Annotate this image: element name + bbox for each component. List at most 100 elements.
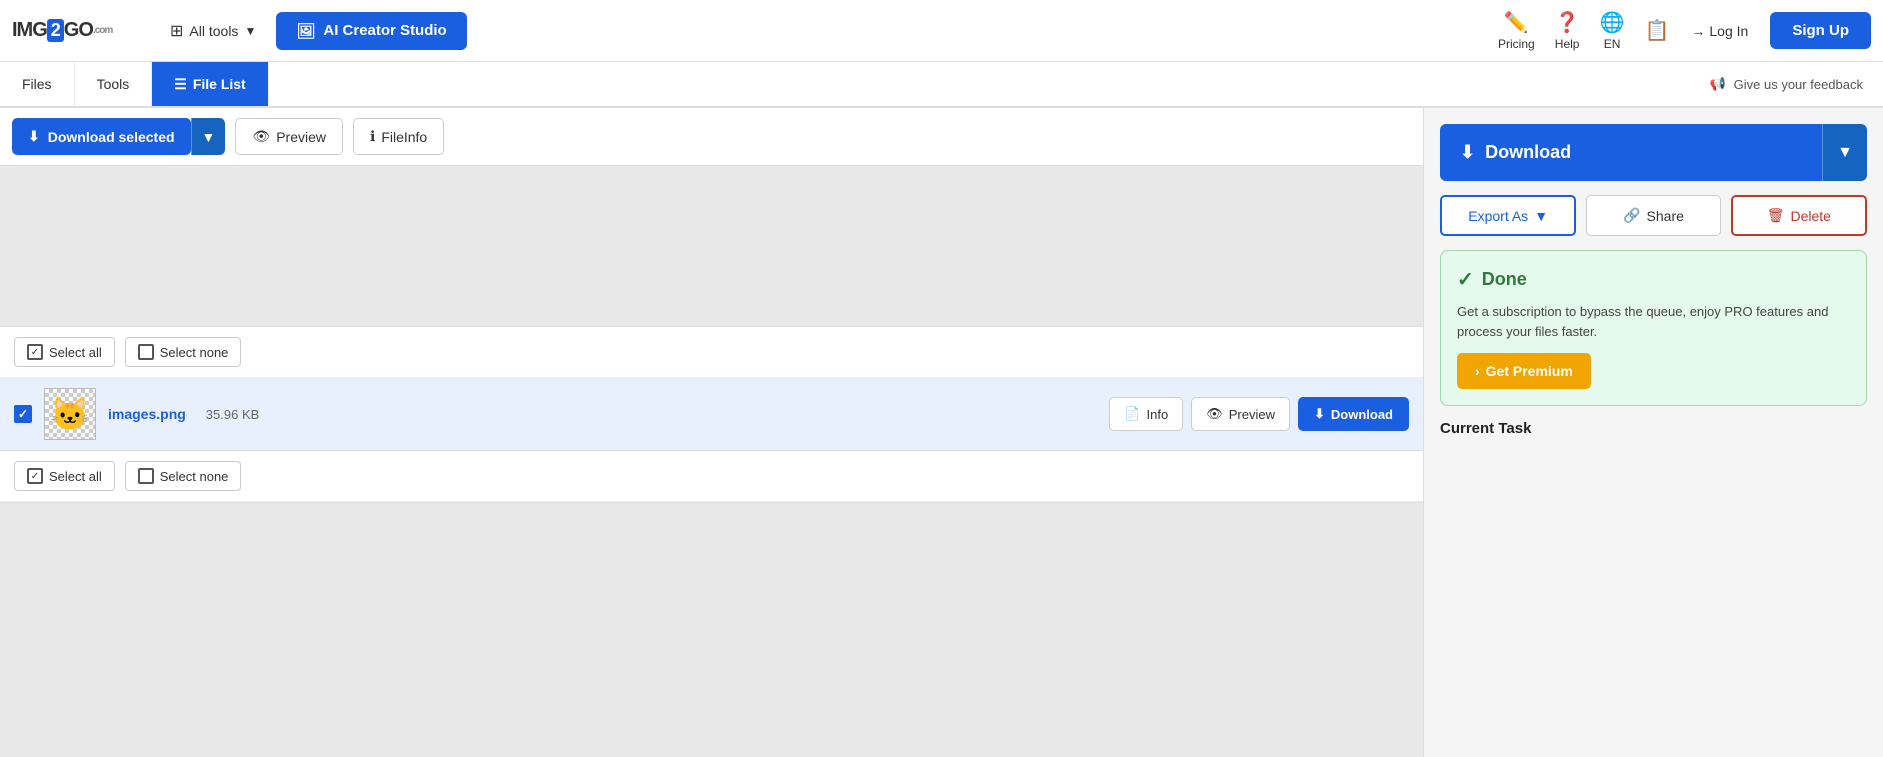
all-tools-label: All tools [189, 23, 238, 39]
file-preview-label: Preview [1229, 407, 1275, 422]
feedback-icon: 📢 [1709, 76, 1725, 92]
logo: IMG2GO.com [12, 19, 142, 42]
download-main-label: Download [1485, 142, 1571, 163]
get-premium-label: Get Premium [1486, 363, 1573, 379]
grid-icon: ⊞ [170, 21, 183, 41]
share-icon: 🔗 [1623, 207, 1640, 224]
file-toolbar: ⬇ Download selected ▼ 👁 Preview ℹ FileIn… [0, 108, 1423, 166]
file-download-button[interactable]: ⬇ Download [1298, 397, 1409, 431]
file-thumbnail: 🐱 [44, 388, 96, 440]
download-icon: ⬇ [1314, 406, 1325, 422]
ai-creator-studio-button[interactable]: 🖼 AI Creator Studio [276, 12, 466, 50]
pricing-icon: ✏️ [1504, 10, 1529, 35]
info-icon: ℹ [370, 128, 375, 145]
download-icon: ⬇ [28, 128, 40, 145]
download-button-wrap: ⬇ Download ▼ [1440, 124, 1867, 181]
login-label: Log In [1709, 23, 1748, 39]
select-all-button-bottom[interactable]: Select all [14, 461, 115, 491]
fileinfo-label: FileInfo [381, 129, 427, 145]
file-info-button[interactable]: 📄 Info [1109, 397, 1183, 431]
ai-icon: 🖼 [296, 22, 315, 40]
current-task-label: Current Task [1440, 420, 1531, 437]
preview-label: Preview [276, 129, 326, 145]
select-none-button-top[interactable]: Select none [125, 337, 242, 367]
notifications-button[interactable]: 📋 [1644, 18, 1669, 43]
get-premium-button[interactable]: › Get Premium [1457, 353, 1591, 389]
eye-icon: 👁 [252, 128, 270, 145]
download-selected-button[interactable]: ⬇ Download selected [12, 118, 191, 155]
select-all-bottom-label: Select all [49, 469, 102, 484]
file-doc-icon: 📄 [1124, 406, 1140, 422]
pricing-label: Pricing [1498, 37, 1535, 51]
tab-file-list[interactable]: ☰ File List [152, 62, 268, 106]
export-chevron-icon: ▼ [1534, 208, 1548, 224]
download-selected-dropdown[interactable]: ▼ [191, 118, 226, 155]
eye-icon: 👁 [1206, 406, 1223, 422]
sub-nav: Files Tools ☰ File List 📢 Give us your f… [0, 62, 1883, 108]
done-title-label: Done [1482, 269, 1527, 290]
select-bar-bottom: Select all Select none [0, 451, 1423, 502]
help-link[interactable]: ❓ Help [1555, 10, 1580, 51]
file-download-label: Download [1331, 407, 1393, 422]
top-nav: IMG2GO.com ⊞ All tools ▼ 🖼 AI Creator St… [0, 0, 1883, 62]
tab-files[interactable]: Files [0, 62, 75, 106]
share-label: Share [1647, 208, 1684, 224]
tab-tools[interactable]: Tools [75, 62, 153, 106]
login-button[interactable]: → Log In [1679, 15, 1760, 47]
fileinfo-button[interactable]: ℹ FileInfo [353, 118, 444, 155]
lang-label: EN [1604, 37, 1621, 51]
chevron-right-icon: › [1475, 363, 1480, 379]
export-as-label: Export As [1468, 208, 1528, 224]
checkbox-empty-icon-2 [138, 468, 154, 484]
file-actions: 📄 Info 👁 Preview ⬇ Download [1109, 397, 1409, 431]
chevron-down-icon: ▼ [202, 129, 216, 145]
export-as-button[interactable]: Export As ▼ [1440, 195, 1576, 236]
file-preview-button[interactable]: 👁 Preview [1191, 397, 1290, 431]
done-title: ✓ Done [1457, 267, 1850, 292]
ai-creator-studio-label: AI Creator Studio [323, 22, 446, 39]
share-button[interactable]: 🔗 Share [1586, 195, 1720, 236]
done-description: Get a subscription to bypass the queue, … [1457, 302, 1850, 341]
chevron-down-icon: ▼ [1837, 144, 1853, 161]
table-row: 🐱 images.png 35.96 KB 📄 Info 👁 Preview ⬇ [0, 378, 1423, 451]
tab-files-label: Files [22, 76, 52, 92]
chevron-down-icon: ▼ [244, 24, 256, 38]
trash-icon: 🗑 [1767, 207, 1785, 224]
clipboard-icon: 📋 [1644, 18, 1669, 43]
file-thumb-image: 🐱 [50, 395, 90, 433]
file-size: 35.96 KB [206, 407, 260, 422]
download-main-dropdown[interactable]: ▼ [1822, 124, 1867, 181]
select-none-button-bottom[interactable]: Select none [125, 461, 242, 491]
language-selector[interactable]: 🌐 EN [1600, 10, 1625, 51]
select-all-button-top[interactable]: Select all [14, 337, 115, 367]
help-label: Help [1555, 37, 1580, 51]
right-panel: ⬇ Download ▼ Export As ▼ 🔗 Share 🗑 Delet… [1423, 108, 1883, 757]
checkmark-icon: ✓ [1457, 267, 1474, 292]
file-name: images.png [108, 406, 186, 422]
download-selected-wrap: ⬇ Download selected ▼ [12, 118, 225, 155]
select-bar-top: Select all Select none [0, 327, 1423, 378]
all-tools-button[interactable]: ⊞ All tools ▼ [160, 15, 266, 47]
delete-label: Delete [1790, 208, 1830, 224]
empty-drop-area [0, 166, 1423, 326]
checkbox-checked-icon [27, 344, 43, 360]
delete-button[interactable]: 🗑 Delete [1731, 195, 1867, 236]
checkbox-checked-icon-2 [27, 468, 43, 484]
file-info-label: Info [1147, 407, 1169, 422]
feedback-label: Give us your feedback [1734, 77, 1863, 92]
file-list-section: Select all Select none 🐱 images.png 35.9… [0, 326, 1423, 503]
select-none-top-label: Select none [160, 345, 229, 360]
preview-button[interactable]: 👁 Preview [235, 118, 343, 155]
logo-com: .com [93, 25, 112, 36]
logo-img: IMG [12, 19, 47, 42]
done-card: ✓ Done Get a subscription to bypass the … [1440, 250, 1867, 406]
feedback-area[interactable]: 📢 Give us your feedback [1709, 76, 1883, 92]
download-selected-label: Download selected [48, 129, 175, 145]
action-row: Export As ▼ 🔗 Share 🗑 Delete [1440, 195, 1867, 236]
globe-icon: 🌐 [1600, 10, 1625, 35]
pricing-link[interactable]: ✏️ Pricing [1498, 10, 1535, 51]
file-checkbox[interactable] [14, 405, 32, 423]
signup-button[interactable]: Sign Up [1770, 12, 1871, 49]
download-main-button[interactable]: ⬇ Download [1440, 124, 1822, 181]
tab-tools-label: Tools [97, 76, 130, 92]
